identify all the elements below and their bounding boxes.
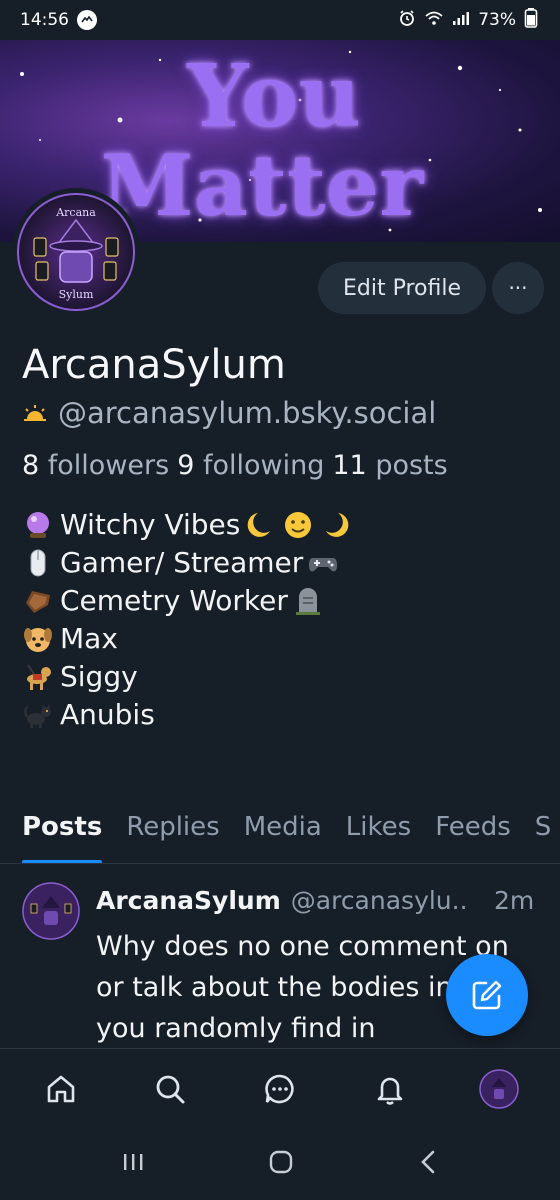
- bio-text: Gamer/ Streamer: [60, 546, 304, 579]
- display-name: ArcanaSylum: [22, 342, 286, 388]
- edit-profile-button[interactable]: Edit Profile: [318, 262, 486, 314]
- bio-text: Witchy Vibes: [60, 508, 241, 541]
- bio-text: Max: [60, 622, 118, 655]
- tab-media[interactable]: Media: [244, 808, 336, 863]
- posts-stat: 11 posts: [332, 450, 447, 481]
- banner-text-you: You: [187, 46, 361, 147]
- bio-text: Anubis: [60, 698, 155, 731]
- black-cat-icon: [24, 704, 51, 728]
- profile-handle[interactable]: @arcanasylum.bsky.social: [58, 396, 436, 430]
- nav-chat[interactable]: [250, 1059, 310, 1119]
- wifi-icon: [424, 10, 444, 31]
- profile-avatar: [479, 1068, 520, 1109]
- more-options-button[interactable]: ···: [492, 262, 544, 314]
- following-label: following: [202, 450, 325, 481]
- bottom-navigation: [0, 1048, 560, 1128]
- messenger-icon: [77, 10, 97, 30]
- coffin-icon: [26, 591, 50, 613]
- bio-line: Cemetry Worker: [22, 582, 354, 620]
- post-timestamp[interactable]: 2m: [494, 886, 534, 915]
- system-navigation-bar: [0, 1128, 560, 1200]
- moon-icon: [248, 513, 271, 537]
- crystal-ball-icon: [27, 512, 49, 538]
- compose-button[interactable]: [446, 954, 528, 1036]
- followers-label: followers: [47, 450, 170, 481]
- nav-notifications[interactable]: [360, 1059, 420, 1119]
- posts-label: posts: [375, 450, 448, 481]
- avatar-text-bottom: Sylum: [59, 288, 94, 301]
- bell-icon: [377, 1077, 402, 1105]
- tab-posts[interactable]: Posts: [22, 808, 116, 863]
- profile-bio: Witchy Vibes Gamer/ Streamer Cemetry Wor…: [22, 506, 354, 734]
- post-header: ArcanaSylum @arcanasylu..: [96, 886, 468, 915]
- sunrise-icon: [22, 396, 48, 430]
- tab-replies[interactable]: Replies: [126, 808, 233, 863]
- search-icon: [156, 1075, 185, 1103]
- back-icon[interactable]: [417, 1149, 439, 1179]
- bio-line: Witchy Vibes: [22, 506, 354, 544]
- chat-icon: [265, 1074, 294, 1103]
- avatar-text-top: Arcana: [55, 206, 96, 219]
- profile-stats: 8 followers 9 following 11 posts: [22, 450, 448, 481]
- followers-count: 8: [22, 450, 40, 481]
- status-time: 14:56: [20, 10, 69, 30]
- dog-face-icon: [24, 628, 52, 652]
- bio-line: Max: [22, 620, 354, 658]
- posts-count: 11: [332, 450, 367, 481]
- bio-line: Anubis: [22, 696, 354, 734]
- tab-feeds[interactable]: Feeds: [435, 808, 525, 863]
- compose-icon: [472, 980, 502, 1010]
- status-bar: 14:56 73%: [0, 0, 560, 40]
- home-circle-icon[interactable]: [268, 1149, 294, 1179]
- bio-text: Cemetry Worker: [60, 584, 288, 617]
- post-author-handle[interactable]: @arcanasylu..: [291, 886, 468, 915]
- followers-stat[interactable]: 8 followers: [22, 450, 169, 481]
- following-count: 9: [177, 450, 195, 481]
- recents-icon[interactable]: [121, 1151, 145, 1177]
- full-moon-face-icon: [285, 512, 312, 538]
- home-icon: [47, 1075, 75, 1102]
- profile-avatar[interactable]: Arcana Sylum: [12, 188, 140, 316]
- nav-home[interactable]: [31, 1059, 91, 1119]
- guide-dog-icon: [27, 664, 51, 690]
- battery-percent: 73%: [478, 10, 516, 30]
- post-author-name[interactable]: ArcanaSylum: [96, 886, 281, 915]
- post-author-avatar[interactable]: [22, 882, 80, 940]
- nav-profile[interactable]: [469, 1059, 529, 1119]
- signal-icon: [452, 10, 470, 31]
- battery-icon: [524, 7, 538, 34]
- tab-likes[interactable]: Likes: [346, 808, 425, 863]
- bio-line: Gamer/ Streamer: [22, 544, 354, 582]
- nav-search[interactable]: [140, 1059, 200, 1119]
- tab-truncated[interactable]: S: [535, 808, 560, 863]
- following-stat[interactable]: 9 following: [177, 450, 324, 481]
- mouse-icon: [30, 549, 46, 577]
- bio-text: Siggy: [60, 660, 138, 693]
- moon-icon: [326, 513, 349, 537]
- headstone-icon: [295, 588, 320, 615]
- profile-tabs: Posts Replies Media Likes Feeds S: [0, 808, 560, 864]
- handle-row: @arcanasylum.bsky.social: [22, 396, 436, 430]
- game-controller-icon: [309, 558, 338, 572]
- bio-line: Siggy: [22, 658, 354, 696]
- alarm-icon: [398, 9, 416, 32]
